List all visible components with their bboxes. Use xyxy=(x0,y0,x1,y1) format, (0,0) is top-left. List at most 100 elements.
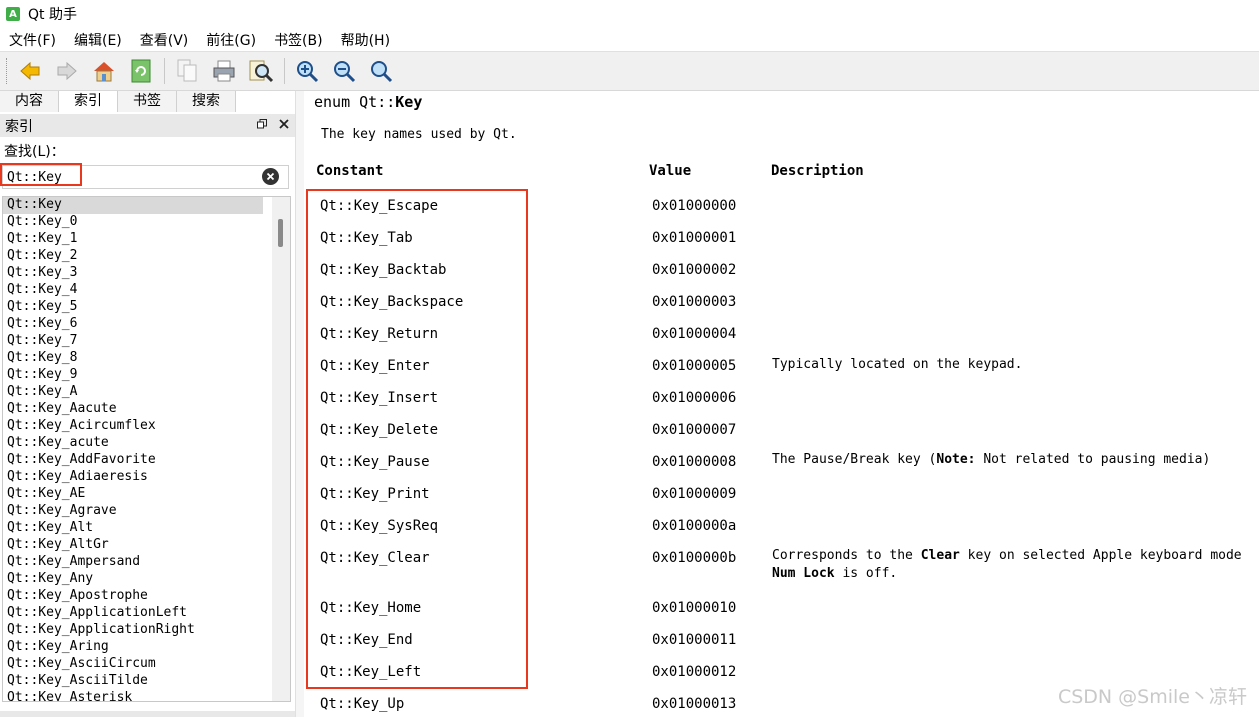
header-description: Description xyxy=(771,163,864,179)
list-item[interactable]: Qt::Key_Apostrophe xyxy=(3,588,263,605)
copy-icon xyxy=(177,59,197,82)
menu-edit[interactable]: 编辑(E) xyxy=(65,30,131,50)
list-item[interactable]: Qt::Key_AsciiTilde xyxy=(3,673,263,690)
sync-button[interactable] xyxy=(127,57,155,85)
list-item[interactable]: Qt::Key_5 xyxy=(3,299,263,316)
clear-description: Corresponds to the Clear key on selected… xyxy=(772,547,1242,583)
constant-name: Qt::Key_Tab xyxy=(320,230,413,246)
list-item[interactable]: Qt::Key_AE xyxy=(3,486,263,503)
watermark: CSDN @Smile丶凉轩 xyxy=(1057,686,1247,708)
zoom-out-icon xyxy=(334,61,356,83)
home-icon xyxy=(94,62,114,82)
toolbar-grip[interactable] xyxy=(6,58,10,84)
close-icon xyxy=(279,119,289,129)
list-item[interactable]: Qt::Key_Adiaeresis xyxy=(3,469,263,486)
list-item[interactable]: Qt::Key xyxy=(3,197,263,214)
list-item[interactable]: Qt::Key_Agrave xyxy=(3,503,263,520)
constant-value: 0x01000007 xyxy=(652,422,737,438)
constant-value: 0x01000012 xyxy=(652,664,737,680)
clear-icon xyxy=(266,172,275,181)
constant-value: 0x01000001 xyxy=(652,230,737,246)
list-item[interactable]: Qt::Key_Acircumflex xyxy=(3,418,263,435)
enum-title: enum Qt::Key xyxy=(314,93,422,111)
constant-value: 0x0100000a xyxy=(652,518,737,534)
list-item[interactable]: Qt::Key_Any xyxy=(3,571,263,588)
zoom-in-button[interactable] xyxy=(293,57,321,85)
clear-search-button[interactable] xyxy=(262,168,279,185)
tab-bookmarks[interactable]: 书签 xyxy=(118,91,177,112)
list-item[interactable]: Qt::Key_6 xyxy=(3,316,263,333)
list-item[interactable]: Qt::Key_3 xyxy=(3,265,263,282)
constant-name: Qt::Key_Clear xyxy=(320,550,430,566)
clear-desc-l1-bold: Clear xyxy=(920,548,960,563)
list-item[interactable]: Qt::Key_Asterisk xyxy=(3,690,263,701)
tab-contents[interactable]: 内容 xyxy=(0,91,59,112)
list-item[interactable]: Qt::Key_4 xyxy=(3,282,263,299)
list-item[interactable]: Qt::Key_7 xyxy=(3,333,263,350)
list-item[interactable]: Qt::Key_acute xyxy=(3,435,263,452)
list-item[interactable]: Qt::Key_ApplicationRight xyxy=(3,622,263,639)
sidebar-tabs: 内容 索引 书签 搜索 xyxy=(0,91,295,112)
home-button[interactable] xyxy=(90,57,118,85)
list-item[interactable]: Qt::Key_0 xyxy=(3,214,263,231)
pause-desc-post: Not related to pausing media) xyxy=(975,452,1211,467)
search-input[interactable] xyxy=(7,168,247,186)
sync-icon xyxy=(131,59,151,83)
print-icon xyxy=(213,60,235,82)
list-item[interactable]: Qt::Key_A xyxy=(3,384,263,401)
index-list[interactable]: Qt::Key Qt::Key_0 Qt::Key_1 Qt::Key_2 Qt::Ke… xyxy=(2,196,291,702)
pause-desc-note: Note: xyxy=(936,452,976,467)
print-button[interactable] xyxy=(210,57,238,85)
list-item[interactable]: Qt::Key_Ampersand xyxy=(3,554,263,571)
menu-file[interactable]: 文件(F) xyxy=(0,30,65,50)
index-scrollbar[interactable] xyxy=(272,197,290,701)
header-value: Value xyxy=(649,163,692,179)
constant-name: Qt::Key_Pause xyxy=(320,454,430,470)
list-item[interactable]: Qt::Key_AddFavorite xyxy=(3,452,263,469)
forward-button[interactable] xyxy=(53,57,81,85)
menu-view[interactable]: 查看(V) xyxy=(131,30,198,50)
constant-name: Qt::Key_Backtab xyxy=(320,262,447,278)
copy-button[interactable] xyxy=(173,57,201,85)
constant-name: Qt::Key_Print xyxy=(320,486,430,502)
splitter[interactable] xyxy=(295,91,304,717)
list-item[interactable]: Qt::Key_1 xyxy=(3,231,263,248)
list-item[interactable]: Qt::Key_9 xyxy=(3,367,263,384)
toolbar-separator xyxy=(164,58,165,84)
float-panel-button[interactable] xyxy=(251,118,273,133)
zoom-reset-button[interactable] xyxy=(367,57,395,85)
constant-name: Qt::Key_Delete xyxy=(320,422,439,438)
index-items: Qt::Key Qt::Key_0 Qt::Key_1 Qt::Key_2 Qt::Ke… xyxy=(3,197,290,701)
find-button[interactable] xyxy=(247,57,275,85)
enum-prefix: enum Qt:: xyxy=(314,93,396,111)
scroll-thumb[interactable] xyxy=(278,219,283,247)
zoom-out-button[interactable] xyxy=(330,57,358,85)
list-item[interactable]: Qt::Key_AsciiCircum xyxy=(3,656,263,673)
constant-name: Qt::Key_Left xyxy=(320,664,422,680)
list-item[interactable]: Qt::Key_Aacute xyxy=(3,401,263,418)
constant-value: 0x01000000 xyxy=(652,198,737,214)
menu-bookmarks[interactable]: 书签(B) xyxy=(265,30,332,50)
find-label: 查找(L)： xyxy=(4,144,65,160)
menu-help[interactable]: 帮助(H) xyxy=(332,30,399,50)
tab-index[interactable]: 索引 xyxy=(59,91,118,112)
tab-search[interactable]: 搜索 xyxy=(177,91,236,112)
constant-value: 0x01000004 xyxy=(652,326,737,342)
list-item[interactable]: Qt::Key_AltGr xyxy=(3,537,263,554)
panel-title: 索引 xyxy=(5,118,33,135)
index-panel-header: 索引 xyxy=(0,114,295,137)
list-item[interactable]: Qt::Key_8 xyxy=(3,350,263,367)
list-item[interactable]: Qt::Key_Alt xyxy=(3,520,263,537)
menu-go[interactable]: 前往(G) xyxy=(197,30,265,50)
list-item[interactable]: Qt::Key_Aring xyxy=(3,639,263,656)
close-panel-button[interactable] xyxy=(273,118,295,133)
app-icon: A xyxy=(6,7,20,21)
forward-arrow-icon xyxy=(57,61,77,81)
pause-desc-pre: The Pause/Break key ( xyxy=(772,452,937,467)
constant-value: 0x01000008 xyxy=(652,454,737,470)
header-constant: Constant xyxy=(316,163,384,179)
find-icon xyxy=(249,60,274,83)
list-item[interactable]: Qt::Key_2 xyxy=(3,248,263,265)
list-item[interactable]: Qt::Key_ApplicationLeft xyxy=(3,605,263,622)
back-button[interactable] xyxy=(16,57,44,85)
